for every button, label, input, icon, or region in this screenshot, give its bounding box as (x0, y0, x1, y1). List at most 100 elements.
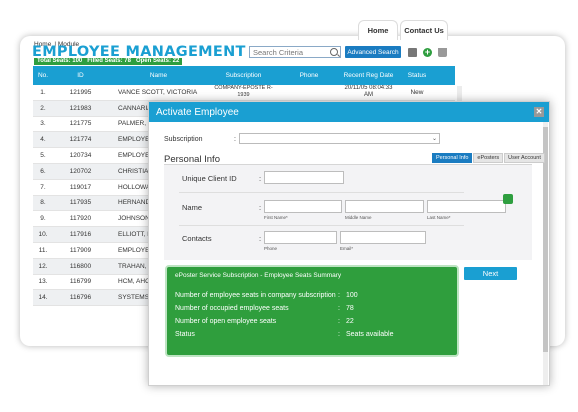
cell-no: 2. (40, 104, 46, 112)
cell-id: 121775 (69, 120, 92, 128)
trash-icon[interactable] (438, 48, 447, 57)
cell-no: 5. (40, 152, 46, 160)
cell-no: 9. (40, 215, 46, 223)
col-phone[interactable]: Phone (278, 72, 340, 79)
last-name-sublabel: Last Name* (427, 215, 451, 220)
cell-no: 3. (40, 120, 46, 128)
col-name[interactable]: Name (108, 72, 209, 79)
cell-id: 117916 (69, 231, 92, 239)
colon: : (338, 331, 340, 338)
first-name-field[interactable] (264, 200, 342, 213)
cell-no: 11. (38, 246, 48, 254)
email-sublabel: Email* (340, 246, 354, 251)
edit-icon[interactable] (503, 194, 513, 204)
cell-id: 117920 (69, 215, 92, 223)
summary-title: ePoster Service Subscription - Employee … (175, 272, 342, 279)
cell-no: 12. (38, 262, 48, 270)
add-icon[interactable]: + (423, 48, 432, 57)
unique-client-id-label: Unique Client ID (182, 174, 237, 183)
personal-info-form: Unique Client ID : Name : First Name* Mi… (164, 165, 532, 260)
email-field[interactable] (340, 231, 426, 244)
tab-home[interactable]: Home (358, 20, 398, 40)
last-name-field[interactable] (427, 200, 506, 213)
cell-name: VANCE SCOTT, VICTORIA (118, 88, 198, 96)
middle-name-field[interactable] (345, 200, 424, 213)
first-name-sublabel: First Name* (264, 215, 288, 220)
middle-name-sublabel: Middle Name (345, 215, 372, 220)
cell-id: 119017 (69, 183, 92, 191)
open-seats: Open Seats: 22 (135, 58, 180, 64)
search-input[interactable]: Search Criteria (249, 46, 341, 58)
col-subscription[interactable]: Subscription (209, 72, 278, 79)
subscription-colon: : (234, 136, 236, 143)
colon: : (259, 234, 262, 243)
tab-contact-us[interactable]: Contact Us (400, 20, 448, 40)
top-tabs: Home Contact Us (358, 20, 448, 40)
search-icon[interactable] (330, 48, 338, 56)
cell-no: 10. (38, 231, 48, 239)
close-icon[interactable]: ✕ (534, 107, 544, 117)
cell-id: 116796 (69, 294, 92, 302)
phone-field[interactable] (264, 231, 337, 244)
summary-row-value: 22 (346, 318, 354, 325)
name-label: Name (182, 203, 203, 212)
col-id[interactable]: ID (53, 72, 108, 79)
cell-subscription: COMPANY-EPOSTE R-1939 (214, 85, 273, 99)
next-button[interactable]: Next (464, 267, 517, 280)
tab-eposters[interactable]: ePosters (473, 153, 504, 163)
colon: : (338, 318, 340, 325)
cell-no: 13. (38, 278, 48, 286)
summary-row-value: 78 (346, 305, 354, 312)
subscription-label: Subscription (164, 136, 203, 143)
summary-row-value: 100 (346, 292, 358, 299)
colon: : (338, 292, 340, 299)
cell-id: 121995 (69, 88, 92, 96)
unique-client-id-field[interactable] (264, 171, 344, 184)
cell-id: 117935 (69, 199, 92, 207)
cell-no: 8. (40, 199, 46, 207)
phone-sublabel: Phone (264, 246, 278, 251)
summary-row-label: Number of open employee seats (175, 318, 277, 325)
advanced-search-button[interactable]: Advanced Search (345, 46, 401, 58)
cell-id: 120702 (69, 167, 92, 175)
col-recent-reg-date[interactable]: Recent Reg Date (340, 72, 397, 79)
col-no[interactable]: No. (33, 72, 53, 79)
summary-row-value: Seats available (346, 331, 394, 338)
tab-user-account[interactable]: User Account (504, 153, 545, 163)
cell-id: 116800 (69, 262, 92, 270)
cell-no: 6. (40, 167, 46, 175)
col-status[interactable]: Status (397, 72, 437, 79)
summary-row-label: Number of occupied employee seats (175, 305, 289, 312)
seats-summary-panel: ePoster Service Subscription - Employee … (165, 265, 459, 357)
table-row[interactable]: 1. 121995 VANCE SCOTT, VICTORIA COMPANY-EPO… (33, 85, 455, 101)
cell-status: New (410, 88, 424, 96)
subscription-select[interactable]: ⌄ (239, 133, 440, 144)
cell-no: 14. (38, 294, 48, 302)
cell-id: 121983 (69, 104, 92, 112)
cell-reg-date: 20/11/05 08:04:33 AM (344, 85, 393, 99)
divider (179, 192, 464, 193)
contacts-label: Contacts (182, 234, 212, 243)
divider (179, 225, 464, 226)
colon: : (259, 174, 262, 183)
chevron-down-icon: ⌄ (431, 136, 437, 142)
total-seats: Total Seats: 100 (37, 58, 83, 64)
colon: : (259, 203, 262, 212)
dialog-title: Activate Employee (149, 102, 549, 122)
cell-id: 117909 (69, 246, 92, 254)
cell-id: 116799 (69, 278, 92, 286)
filled-seats: Filled Seats: 78 (87, 58, 131, 64)
summary-row-label: Status (175, 331, 195, 338)
table-header: No. ID Name Subscription Phone Recent Re… (33, 66, 455, 85)
cell-no: 1. (40, 88, 46, 96)
summary-row-label: Number of employee seats in company subs… (175, 292, 336, 299)
cell-no: 7. (40, 183, 46, 191)
activate-employee-dialog: Activate Employee ✕ Subscription : ⌄ Per… (148, 101, 550, 386)
printer-icon[interactable] (408, 48, 417, 57)
seats-bar: Total Seats: 100 Filled Seats: 78 Open S… (34, 58, 183, 65)
cell-id: 120734 (69, 152, 92, 160)
colon: : (338, 305, 340, 312)
tab-personal-info[interactable]: Personal Info (432, 153, 473, 163)
cell-no: 4. (40, 136, 46, 144)
panel-tabs: Personal Info ePosters User Account (432, 153, 545, 163)
